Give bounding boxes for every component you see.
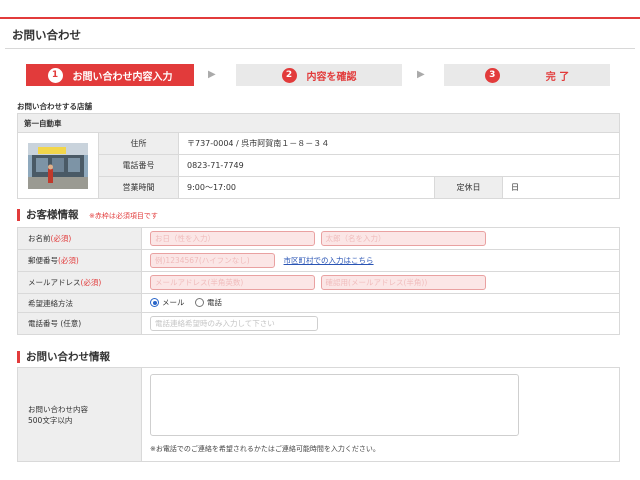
- shop-photo: [28, 142, 88, 189]
- step-arrow-icon: ▶: [417, 69, 425, 80]
- progress-steps: 1 お問い合わせ内容入力 ▶ 2 内容を確認 ▶ 3 完 了: [26, 64, 610, 86]
- inquiry-textarea[interactable]: [150, 374, 519, 436]
- step-label: 完 了: [545, 71, 570, 83]
- step-arrow-icon: ▶: [208, 69, 216, 80]
- zip-input[interactable]: 例)1234567(ハイフンなし): [150, 253, 275, 268]
- step-confirm: 2 内容を確認: [236, 64, 402, 86]
- shop-photo-cell: [17, 132, 99, 199]
- step-label: お問い合わせ内容入力: [72, 71, 173, 83]
- contact-method-options: メール 電話: [141, 293, 620, 313]
- hours-label: 営業時間: [98, 176, 179, 199]
- city-search-link[interactable]: 市区町村での入力はこちら: [284, 256, 374, 265]
- tel-label: 電話番号 (任意): [17, 312, 142, 335]
- name-label-cell: お名前(必須): [17, 227, 142, 250]
- required-mark: (必須): [80, 278, 102, 287]
- shop-info-table: 第一自動車 住所 〒737-0004 / 呉市阿賀南１－８－３４ 電話番号 08…: [17, 113, 620, 199]
- required-mark: (必須): [58, 256, 79, 265]
- address-label: 住所: [98, 132, 179, 155]
- hours-value: 9:00～17:00: [178, 176, 435, 199]
- step-number: 3: [484, 67, 500, 83]
- title-divider: [5, 48, 635, 49]
- step-input: 1 お問い合わせ内容入力: [26, 64, 194, 86]
- page-title: お問い合わせ: [12, 28, 81, 42]
- name-fields: お日（性を入力） 太郎（名を入力）: [141, 227, 620, 250]
- inquiry-field-cell: ※お電話でのご連絡を希望されるかたはご連絡可能時間を入力ください。: [141, 367, 620, 462]
- email-label-cell: メールアドレス(必須): [17, 271, 142, 294]
- inquiry-hint: ※お電話でのご連絡を希望されるかたはご連絡可能時間を入力ください。: [150, 445, 380, 453]
- radio-label: 電話: [207, 298, 223, 307]
- address-value: 〒737-0004 / 呉市阿賀南１－８－３４: [178, 132, 620, 155]
- step-number: 2: [281, 67, 297, 83]
- holiday-value: 日: [502, 176, 620, 199]
- contact-radio-phone[interactable]: 電話: [195, 297, 222, 308]
- radio-unselected-icon: [195, 298, 205, 307]
- required-note: ※赤枠は必須項目です: [89, 212, 158, 220]
- first-name-input[interactable]: 太郎（名を入力）: [320, 231, 486, 246]
- zip-label-cell: 郵便番号(必須): [17, 249, 142, 272]
- step-complete: 3 完 了: [444, 64, 610, 86]
- shop-heading: お問い合わせする店舗: [17, 102, 92, 111]
- email-confirm-input[interactable]: 確認用(メールアドレス(半角)): [320, 275, 486, 290]
- email-label: メールアドレス: [28, 278, 81, 287]
- inquiry-limit: 500文字以内: [28, 415, 73, 425]
- inquiry-label-cell: お問い合わせ内容 500文字以内: [17, 367, 142, 462]
- tel-input[interactable]: 電話連絡希望時のみ入力して下さい: [150, 316, 318, 331]
- inquiry-section-heading: お問い合わせ情報: [17, 351, 110, 363]
- name-label: お名前: [28, 234, 51, 243]
- zip-fields: 例)1234567(ハイフンなし) 市区町村での入力はこちら: [141, 249, 620, 272]
- contact-method-label: 希望連絡方法: [17, 293, 142, 313]
- customer-form-table: お名前(必須) お日（性を入力） 太郎（名を入力） 郵便番号(必須) 例)123…: [17, 227, 620, 335]
- shop-name: 第一自動車: [17, 113, 620, 133]
- radio-label: メール: [162, 298, 185, 307]
- required-mark: (必須): [50, 234, 72, 243]
- email-fields: メールアドレス(半角英数) 確認用(メールアドレス(半角)): [141, 271, 620, 294]
- tel-fields: 電話連絡希望時のみ入力して下さい: [141, 312, 620, 335]
- email-input[interactable]: メールアドレス(半角英数): [150, 275, 315, 290]
- phone-value: 0823-71-7749: [178, 154, 620, 177]
- inquiry-form-table: お問い合わせ内容 500文字以内 ※お電話でのご連絡を希望されるかたはご連絡可能…: [17, 367, 620, 462]
- radio-selected-icon: [150, 298, 159, 307]
- contact-radio-email[interactable]: メール: [150, 297, 185, 308]
- holiday-label: 定休日: [434, 176, 503, 199]
- inquiry-label: お問い合わせ内容: [28, 404, 88, 414]
- customer-section-heading: お客様情報: [17, 209, 79, 221]
- zip-label: 郵便番号: [28, 256, 58, 265]
- step-label: 内容を確認: [306, 71, 357, 83]
- last-name-input[interactable]: お日（性を入力）: [150, 231, 315, 246]
- top-accent-bar: [0, 17, 640, 19]
- step-number: 1: [47, 67, 63, 83]
- phone-label: 電話番号: [98, 154, 179, 177]
